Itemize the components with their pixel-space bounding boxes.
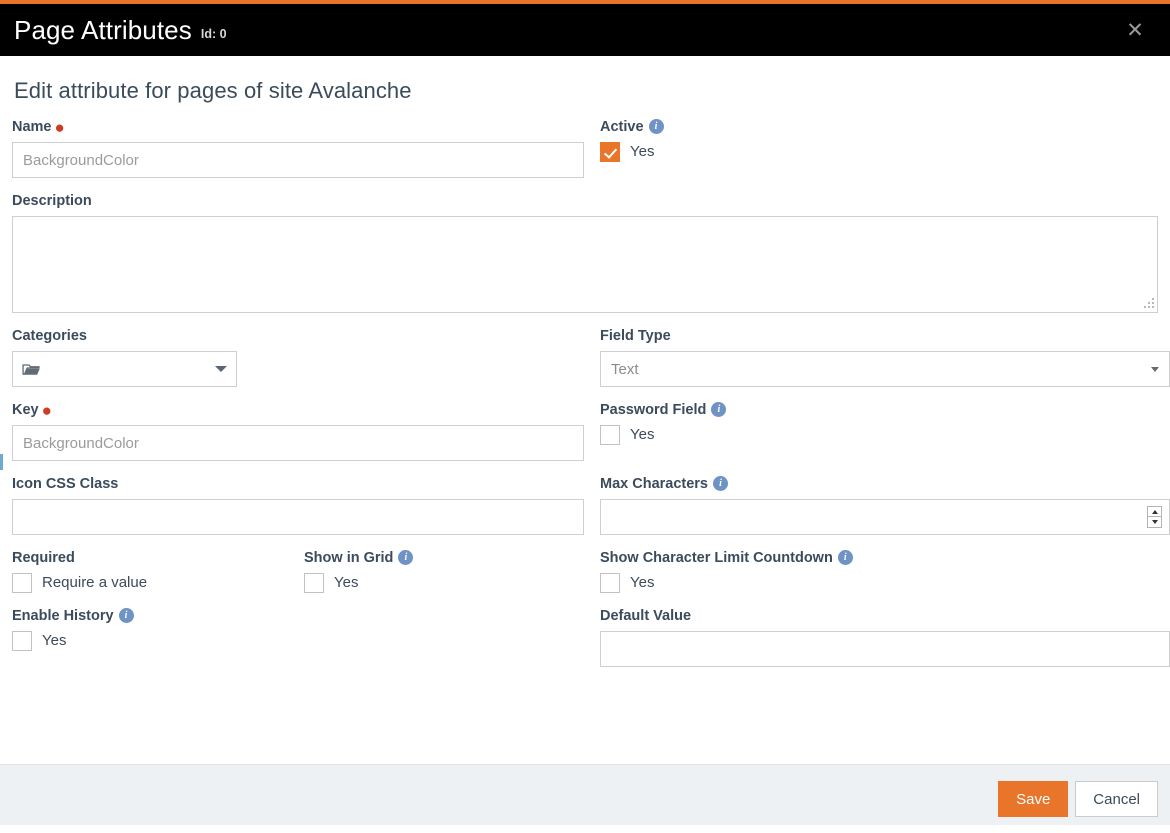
key-input[interactable] [12, 425, 584, 461]
default-value-field-group: Default Value [600, 607, 1170, 667]
max-characters-field-group: Max Charactersi [600, 475, 1170, 535]
edge-marker [0, 454, 3, 470]
field-type-select[interactable]: Text [600, 351, 1170, 387]
active-checkbox-label: Yes [630, 142, 654, 162]
chevron-down-icon[interactable] [215, 366, 227, 372]
modal-body: Edit attribute for pages of site Avalanc… [0, 56, 1170, 765]
active-label: Activei [600, 118, 1170, 136]
field-type-field-group: Field Type Text [600, 327, 1170, 387]
field-type-label: Field Type [600, 327, 1170, 345]
show-in-grid-label: Show in Gridi [304, 549, 584, 567]
description-field-group: Description [12, 192, 1158, 313]
password-field-checkbox-label: Yes [630, 425, 654, 445]
categories-select[interactable] [12, 351, 237, 387]
show-in-grid-checkbox-label: Yes [334, 573, 358, 593]
icon-css-class-label: Icon CSS Class [12, 475, 584, 493]
checkbox-box[interactable] [12, 631, 32, 651]
subtitle: Edit attribute for pages of site Avalanc… [14, 78, 1158, 104]
modal-footer: Save Cancel [0, 765, 1170, 833]
page-bottom-spacer [0, 825, 1170, 833]
info-icon[interactable]: i [711, 402, 726, 417]
number-stepper[interactable] [1147, 506, 1162, 528]
description-label: Description [12, 192, 1158, 210]
active-checkbox[interactable]: Yes [600, 142, 654, 162]
key-label: Key● [12, 401, 584, 419]
max-characters-input[interactable] [600, 499, 1170, 535]
name-field-group: Name● [12, 118, 584, 178]
info-icon[interactable]: i [838, 550, 853, 565]
info-icon[interactable]: i [119, 608, 134, 623]
stepper-up-icon[interactable] [1148, 507, 1161, 517]
icon-css-class-field-group: Icon CSS Class [12, 475, 584, 535]
field-type-value: Text [611, 361, 639, 378]
page-attributes-modal: Page Attributes Id: 0 ✕ Edit attribute f… [0, 0, 1170, 833]
max-characters-label: Max Charactersi [600, 475, 1170, 493]
checkbox-box[interactable] [600, 142, 620, 162]
checkbox-box[interactable] [304, 573, 324, 593]
checkbox-box[interactable] [600, 573, 620, 593]
required-marker-icon: ● [42, 401, 52, 420]
enable-history-checkbox[interactable]: Yes [12, 631, 66, 651]
required-label: Required [12, 549, 304, 567]
modal-header: Page Attributes Id: 0 ✕ [0, 0, 1170, 56]
description-textarea[interactable] [12, 216, 1158, 313]
close-icon[interactable]: ✕ [1122, 17, 1148, 43]
password-field-group: Password Fieldi Yes [600, 401, 1170, 445]
active-field-group: Activei Yes [600, 118, 1170, 162]
default-value-label: Default Value [600, 607, 1170, 625]
checkbox-box[interactable] [600, 425, 620, 445]
password-field-checkbox[interactable]: Yes [600, 425, 654, 445]
attribute-id-label: Id: 0 [201, 27, 227, 41]
page-title: Page Attributes [14, 17, 192, 43]
name-label: Name● [12, 118, 584, 136]
required-field-group: Required Require a value [12, 549, 304, 593]
chevron-down-icon[interactable] [1151, 367, 1159, 372]
info-icon[interactable]: i [713, 476, 728, 491]
save-button[interactable]: Save [998, 781, 1068, 817]
categories-label: Categories [12, 327, 584, 345]
enable-history-label: Enable Historyi [12, 607, 584, 625]
enable-history-checkbox-label: Yes [42, 631, 66, 651]
categories-field-group: Categories [12, 327, 584, 387]
default-value-input[interactable] [600, 631, 1170, 667]
checkbox-box[interactable] [12, 573, 32, 593]
required-marker-icon: ● [55, 118, 65, 137]
stepper-down-icon[interactable] [1148, 517, 1161, 527]
show-character-limit-countdown-checkbox-label: Yes [630, 573, 654, 593]
info-icon[interactable]: i [398, 550, 413, 565]
info-icon[interactable]: i [649, 119, 664, 134]
show-in-grid-field-group: Show in Gridi Yes [304, 549, 584, 593]
name-input[interactable] [12, 142, 584, 178]
icon-css-class-input[interactable] [12, 499, 584, 535]
enable-history-field-group: Enable Historyi Yes [12, 607, 584, 651]
required-checkbox[interactable]: Require a value [12, 573, 147, 593]
folder-icon [22, 362, 41, 377]
required-checkbox-label: Require a value [42, 573, 147, 593]
cancel-button[interactable]: Cancel [1075, 781, 1158, 817]
key-field-group: Key● [12, 401, 584, 461]
show-character-limit-countdown-field-group: Show Character Limit Countdowni Yes [600, 549, 1170, 593]
password-field-label: Password Fieldi [600, 401, 1170, 419]
show-character-limit-countdown-label: Show Character Limit Countdowni [600, 549, 1170, 567]
show-character-limit-countdown-checkbox[interactable]: Yes [600, 573, 654, 593]
show-in-grid-checkbox[interactable]: Yes [304, 573, 358, 593]
